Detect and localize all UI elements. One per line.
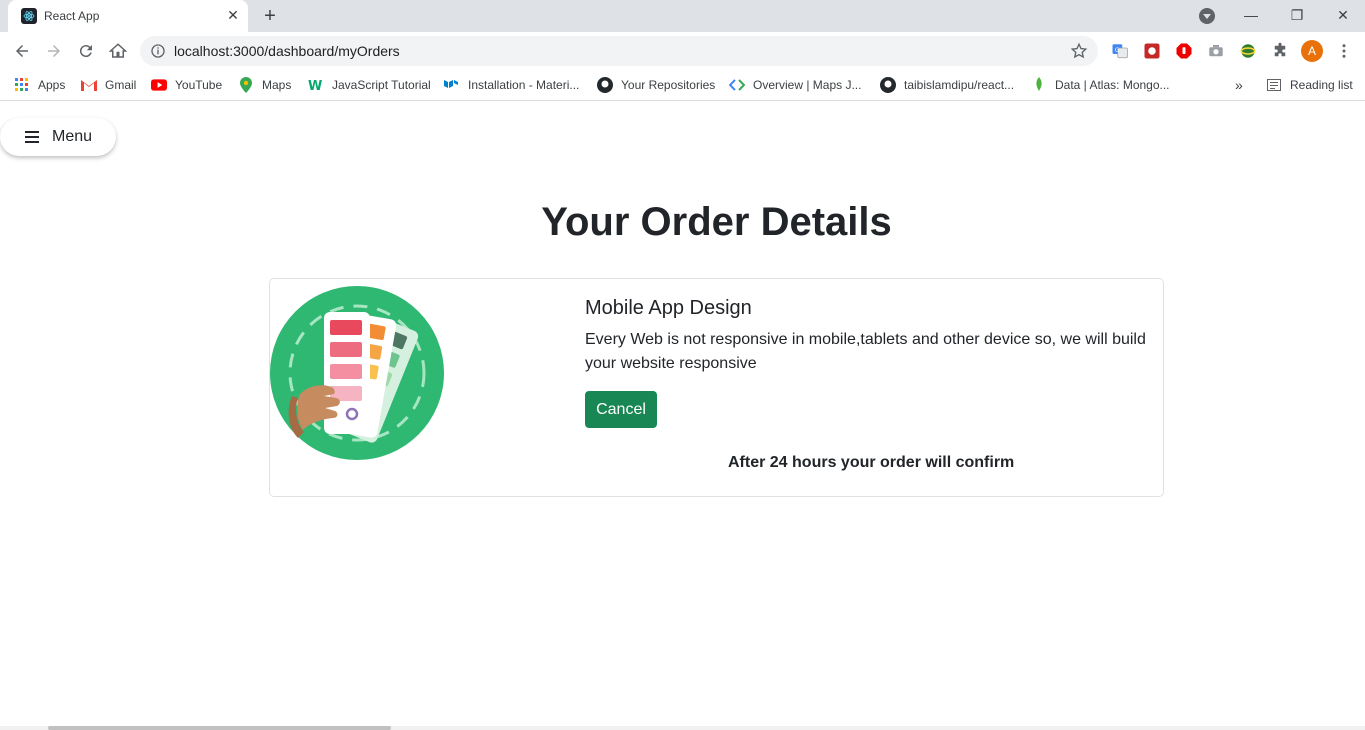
bookmark-installation[interactable]: Installation - Materi... bbox=[444, 76, 579, 94]
bookmark-gmail[interactable]: Gmail bbox=[81, 76, 136, 94]
hamburger-icon bbox=[25, 128, 39, 146]
extensions-puzzle-icon[interactable] bbox=[1270, 41, 1290, 61]
more-bookmarks-icon[interactable]: » bbox=[1235, 76, 1243, 94]
mongodb-icon bbox=[1031, 77, 1047, 93]
apps-grid-icon bbox=[14, 77, 30, 93]
svg-text:G: G bbox=[1115, 47, 1120, 54]
bookmark-label: Overview | Maps J... bbox=[753, 78, 862, 92]
restore-icon[interactable]: ❐ bbox=[1282, 4, 1312, 26]
adblock-icon[interactable] bbox=[1174, 41, 1194, 61]
more-options-icon[interactable] bbox=[1334, 41, 1354, 61]
bookmark-label: taibislamdipu/react... bbox=[904, 78, 1015, 92]
bookmark-taibislamdipu[interactable]: taibislamdipu/react... bbox=[880, 76, 1014, 94]
url-text: localhost:3000/dashboard/myOrders bbox=[174, 43, 400, 59]
google-translate-icon[interactable]: G bbox=[1110, 41, 1130, 61]
bookmark-label: Apps bbox=[38, 78, 66, 92]
back-icon[interactable] bbox=[10, 39, 34, 63]
bookmark-label: Installation - Materi... bbox=[468, 78, 580, 92]
forward-icon[interactable] bbox=[42, 39, 66, 63]
reading-list-label: Reading list bbox=[1290, 78, 1353, 92]
maps-icon bbox=[238, 77, 254, 93]
bookmark-overview-maps[interactable]: Overview | Maps J... bbox=[729, 76, 861, 94]
minimize-icon[interactable]: — bbox=[1236, 4, 1266, 26]
new-tab-button[interactable]: + bbox=[258, 4, 282, 28]
profile-avatar[interactable]: A bbox=[1301, 40, 1323, 62]
gmail-icon bbox=[81, 77, 97, 93]
bookmark-label: Data | Atlas: Mongo... bbox=[1055, 78, 1170, 92]
maps-api-icon bbox=[729, 77, 745, 93]
bookmark-youtube[interactable]: YouTube bbox=[151, 76, 222, 94]
svg-text:W: W bbox=[308, 79, 322, 92]
bookmarks-bar: Apps Gmail YouTube Maps W JavaScript Tut… bbox=[0, 70, 1365, 101]
camera-icon[interactable] bbox=[1206, 41, 1226, 61]
close-tab-icon[interactable]: ✕ bbox=[224, 6, 242, 24]
home-icon[interactable] bbox=[106, 39, 130, 63]
order-confirmation-note: After 24 hours your order will confirm bbox=[728, 454, 1015, 471]
reading-list-button[interactable]: Reading list bbox=[1266, 76, 1353, 94]
bookmark-star-icon[interactable] bbox=[1070, 42, 1088, 65]
bookmark-your-repositories[interactable]: Your Repositories bbox=[597, 76, 715, 94]
info-icon[interactable] bbox=[150, 43, 166, 64]
close-window-icon[interactable]: ✕ bbox=[1328, 4, 1358, 26]
youtube-icon bbox=[151, 77, 167, 93]
bookmark-label: Gmail bbox=[105, 78, 137, 92]
github-icon bbox=[880, 77, 896, 93]
order-description: Every Web is not responsive in mobile,ta… bbox=[585, 331, 1146, 372]
bookmark-label: JavaScript Tutorial bbox=[332, 78, 431, 92]
github-icon bbox=[597, 77, 613, 93]
horizontal-scrollbar-thumb[interactable] bbox=[48, 726, 391, 730]
page-title: Your Order Details bbox=[541, 200, 892, 244]
reading-list-icon bbox=[1266, 77, 1282, 93]
color-palette-illustration bbox=[270, 286, 444, 460]
menu-button[interactable]: Menu bbox=[0, 118, 116, 156]
w3schools-icon: W bbox=[308, 77, 324, 93]
bookmark-label: Your Repositories bbox=[621, 78, 716, 92]
cancel-button[interactable]: Cancel bbox=[585, 391, 657, 428]
bookmark-atlas-mongodb[interactable]: Data | Atlas: Mongo... bbox=[1031, 76, 1170, 94]
browser-tab[interactable]: React App ✕ bbox=[8, 0, 248, 32]
order-title: Mobile App Design bbox=[585, 297, 752, 319]
browser-toolbar: localhost:3000/dashboard/myOrders G A bbox=[0, 32, 1365, 70]
tab-strip: React App ✕ + — ❐ ✕ bbox=[0, 0, 1365, 32]
reload-icon[interactable] bbox=[74, 39, 98, 63]
bookmark-maps[interactable]: Maps bbox=[238, 76, 291, 94]
material-ui-icon bbox=[444, 77, 460, 93]
bookmark-label: Maps bbox=[262, 78, 292, 92]
extension-icon[interactable] bbox=[1142, 41, 1162, 61]
tab-title: React App bbox=[44, 9, 100, 23]
tab-search-icon[interactable] bbox=[1199, 8, 1215, 24]
bookmark-label: YouTube bbox=[175, 78, 223, 92]
address-bar[interactable]: localhost:3000/dashboard/myOrders bbox=[140, 36, 1098, 66]
order-card: Mobile App Design Every Web is not respo… bbox=[269, 278, 1164, 497]
bookmark-apps[interactable]: Apps bbox=[14, 76, 65, 94]
menu-label: Menu bbox=[52, 128, 93, 145]
bookmark-javascript-tutorial[interactable]: W JavaScript Tutorial bbox=[308, 76, 431, 94]
globe-extension-icon[interactable] bbox=[1238, 41, 1258, 61]
react-icon bbox=[21, 8, 37, 24]
